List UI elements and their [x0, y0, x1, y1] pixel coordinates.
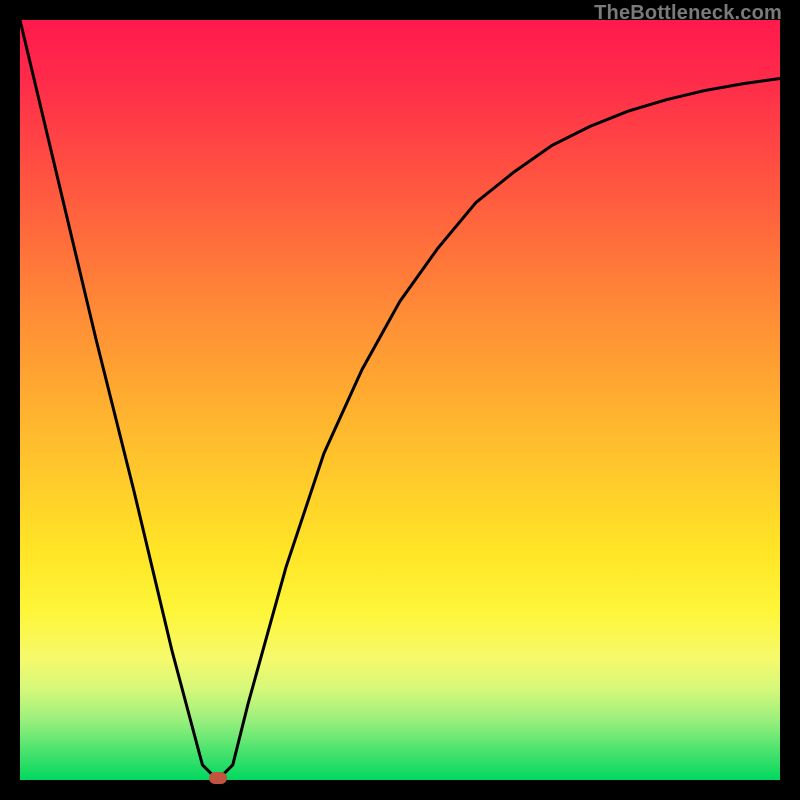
chart-frame: TheBottleneck.com — [0, 0, 800, 800]
minimum-marker — [209, 772, 227, 784]
bottleneck-curve — [20, 20, 780, 780]
curve-path — [20, 20, 780, 780]
